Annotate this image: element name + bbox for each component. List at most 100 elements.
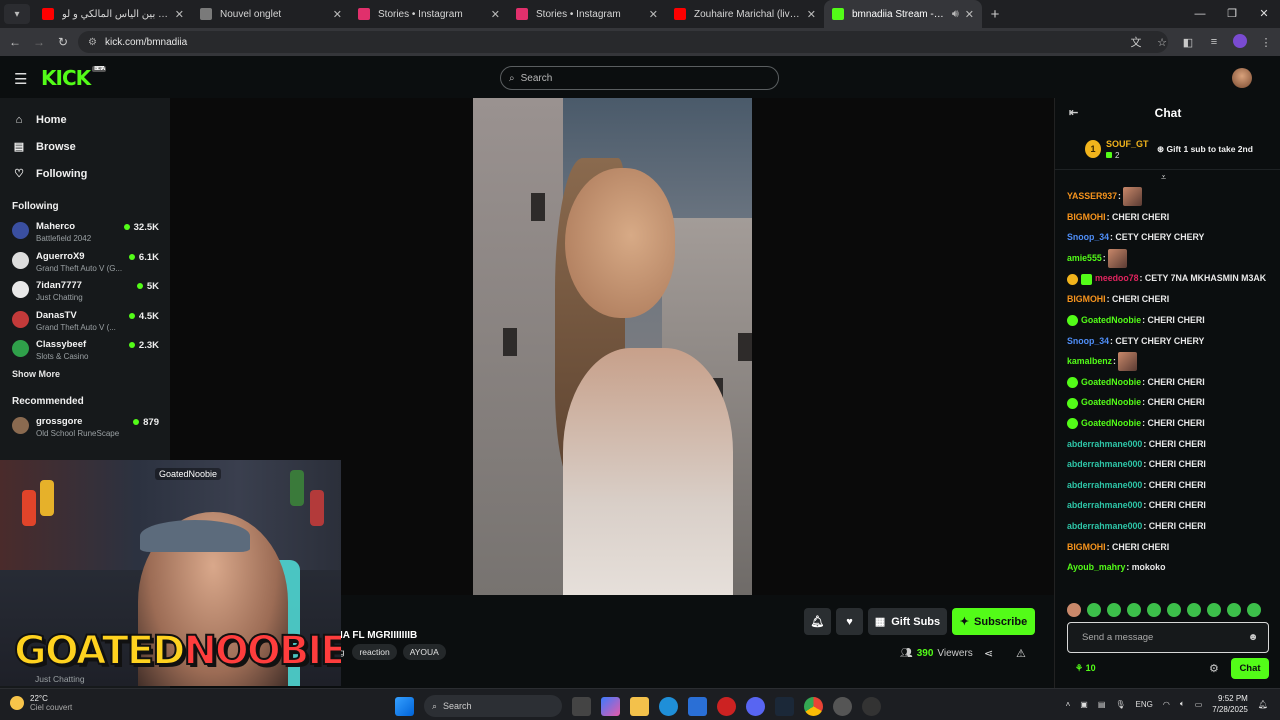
nav-browse[interactable]: ▤ Browse [0,133,170,160]
follow-heart-button[interactable]: ♥ [836,608,863,635]
steam-icon[interactable] [775,696,794,716]
chat-username[interactable]: BIGMOHI [1067,212,1106,222]
sidebar-channel[interactable]: DanasTV Grand Theft Auto V (... 4.5K [0,307,170,337]
taskbar-search[interactable]: ⌕ Search [424,695,562,717]
tab-search-icon[interactable]: ▾ [4,4,30,24]
browser-menu-icon[interactable]: ⋮ [1258,36,1274,49]
back-icon[interactable]: ← [3,35,27,49]
chat-message-input[interactable] [1082,632,1246,643]
copilot-icon[interactable] [601,696,620,716]
sidebar-channel[interactable]: 7idan7777 Just Chatting 5K [0,277,170,307]
language-indicator[interactable]: ENG [1136,700,1153,709]
microphone-icon[interactable]: 🎙︎ [1115,700,1125,709]
translate-icon[interactable]: 文 [1128,34,1144,50]
sidebar-channel[interactable]: Maherco Battlefield 2042 32.5K [0,218,170,248]
volume-icon[interactable]: 🔈︎ [1180,699,1185,709]
chat-username[interactable]: abderrahmane000 [1067,439,1142,449]
emote-icon[interactable] [1107,603,1121,617]
search-input[interactable] [520,72,741,84]
channel-points[interactable]: ⚘ 10 [1075,663,1096,674]
chat-input-box[interactable]: ☻ [1067,622,1269,653]
emote-icon[interactable] [1087,603,1101,617]
chat-username[interactable]: YASSER937 [1067,191,1117,201]
sidebar-channel[interactable]: grossgore Old School RuneScape 879 [0,413,170,443]
task-view-icon[interactable] [572,696,591,716]
notification-bell-button[interactable]: 🔔︎ [804,608,831,635]
browser-tab[interactable]: bmnadiia Stream - Watch Live 🔊︎ ✕ [824,0,982,28]
chat-username[interactable]: amie555 [1067,253,1102,263]
gift-prompt[interactable]: ⊛ Gift 1 sub to take 2nd [1157,144,1253,155]
chat-username[interactable]: Snoop_34 [1067,336,1109,346]
emote-icon[interactable] [1167,603,1181,617]
emote-icon[interactable] [1147,603,1161,617]
edge-icon[interactable] [659,696,678,716]
collapse-chat-icon[interactable]: ⇤ [1069,98,1078,128]
url-field[interactable]: ⚙ kick.com/bmnadiia [78,31,1168,53]
profile-icon[interactable] [1232,33,1248,51]
emote-icon[interactable] [1207,603,1221,617]
tab-close-icon[interactable]: ✕ [175,8,184,21]
chat-username[interactable]: Snoop_34 [1067,232,1109,242]
browser-tab[interactable]: أش واقع بين الياس المالكي و لو... ✕ [34,0,192,28]
emote-icon[interactable] [1187,603,1201,617]
tab-audio-icon[interactable]: 🔊︎ [952,8,959,21]
file-explorer-icon[interactable] [630,696,649,716]
tab-close-icon[interactable]: ✕ [965,8,974,21]
chat-username[interactable]: GoatedNoobie [1081,418,1141,428]
emote-icon[interactable] [1247,603,1261,617]
chat-username[interactable]: abderrahmane000 [1067,500,1142,510]
forward-icon[interactable]: → [27,35,51,49]
tab-close-icon[interactable]: ✕ [333,8,342,21]
chat-username[interactable]: kamalbenz [1067,356,1112,366]
stream-video[interactable] [473,98,752,595]
minimize-icon[interactable]: — [1184,0,1216,28]
chat-username[interactable]: Ayoub_mahry [1067,562,1125,572]
battery-icon[interactable]: ▭ [1195,700,1203,709]
store-icon[interactable] [688,696,707,716]
emote-icon[interactable] [1227,603,1241,617]
scroll-to-bottom-icon[interactable]: ⩡ [1161,172,1166,183]
weather-widget[interactable]: 22°C Ciel couvert [10,694,72,712]
tray-expand-icon[interactable]: ˄ [1066,700,1071,709]
site-info-icon[interactable]: ⚙ [88,37,97,48]
nav-home[interactable]: ⌂ Home [0,106,170,133]
browser-tab[interactable]: Zouhaire Marichal (live) زوهير ماريشال ✕ [666,0,824,28]
chat-username[interactable]: GoatedNoobie [1081,397,1141,407]
emote-icon[interactable] [1067,603,1081,617]
sidebar-channel[interactable]: AguerroX9 Grand Theft Auto V (G... 6.1K [0,248,170,278]
close-window-icon[interactable]: ✕ [1248,0,1280,28]
emoji-picker-icon[interactable]: ☻ [1246,632,1260,643]
obs-icon[interactable] [833,696,852,716]
start-icon[interactable] [395,696,414,716]
chat-username[interactable]: abderrahmane000 [1067,459,1142,469]
new-tab-button[interactable]: + [982,6,1008,23]
gift-subs-button[interactable]: ▦ Gift Subs [868,608,947,635]
tray-app-icon[interactable]: ▤ [1098,700,1106,709]
show-more-button[interactable]: Show More [0,369,170,379]
hamburger-menu-icon[interactable]: ☰ [14,70,27,88]
share-icon[interactable]: ⋖ [984,647,993,660]
chat-username[interactable]: BIGMOHI [1067,542,1106,552]
app-icon[interactable] [862,696,881,716]
chat-username[interactable]: BIGMOHI [1067,294,1106,304]
notifications-icon[interactable]: 🔔︎ [1258,700,1268,709]
discord-icon[interactable] [746,696,765,716]
stream-tag[interactable]: reaction [352,644,397,660]
maximize-icon[interactable]: ❐ [1216,0,1248,28]
extensions-icon[interactable]: ◧ [1180,36,1196,49]
chat-username[interactable]: GoatedNoobie [1081,377,1141,387]
bookmark-star-icon[interactable]: ☆ [1154,36,1170,49]
browser-tab[interactable]: Stories • Instagram ✕ [350,0,508,28]
chat-username[interactable]: abderrahmane000 [1067,480,1142,490]
search-bar[interactable]: ⌕ [500,66,779,90]
reload-icon[interactable]: ↻ [51,35,75,49]
gift-leaderboard[interactable]: 1 SOUF_GT 2 ⊛ Gift 1 sub to take 2nd [1055,128,1280,170]
clock[interactable]: 9:52 PM 7/28/2025 [1212,693,1248,715]
kick-logo[interactable]: KICK BETA [41,66,107,90]
tab-close-icon[interactable]: ✕ [807,8,816,21]
emote-icon[interactable] [1127,603,1141,617]
report-icon[interactable]: ⚠ [1016,647,1026,660]
tab-close-icon[interactable]: ✕ [649,8,658,21]
app-icon[interactable] [717,696,736,716]
send-chat-button[interactable]: Chat [1231,658,1269,679]
